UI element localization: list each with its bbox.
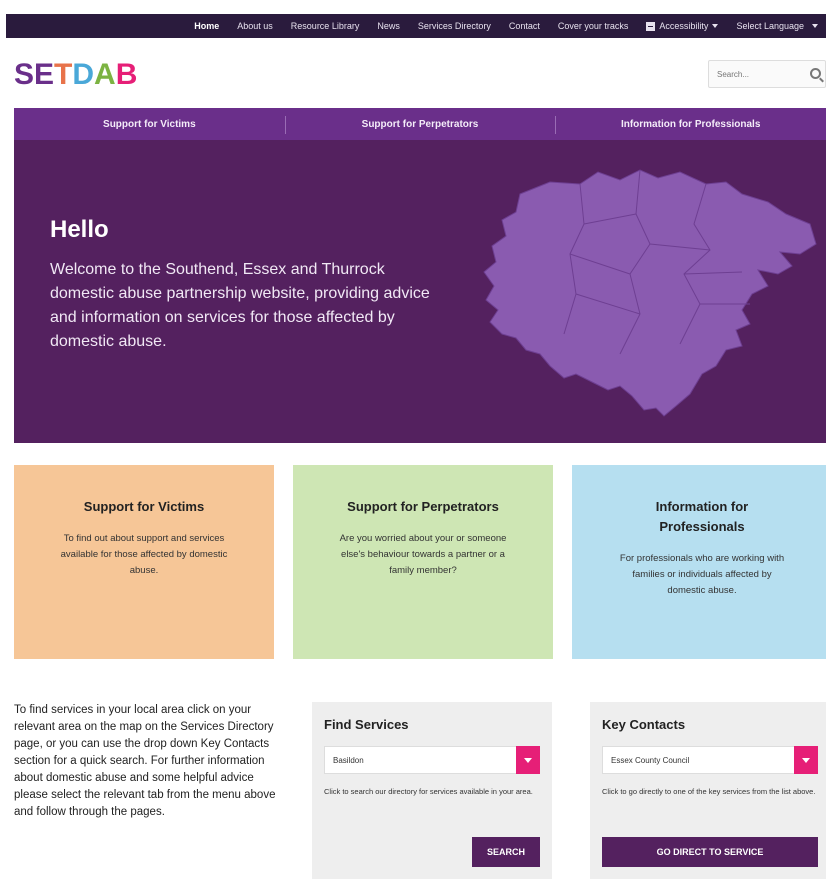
card-title: Support for Victims <box>83 499 205 514</box>
hero-text: Welcome to the Southend, Essex and Thurr… <box>50 261 430 350</box>
card-title: Support for Perpetrators <box>347 499 499 514</box>
mainnav-support-victims[interactable]: Support for Victims <box>14 119 285 130</box>
logo-letter: B <box>115 58 138 91</box>
card-support-victims[interactable]: Support for Victims To find out about su… <box>14 465 274 659</box>
contact-select-value: Essex County Council <box>611 756 690 765</box>
card-support-perpetrators[interactable]: Support for Perpetrators Are you worried… <box>293 465 553 659</box>
go-direct-button[interactable]: GO DIRECT TO SERVICE <box>602 837 818 867</box>
card-title: Information for Professionals <box>655 499 749 534</box>
hero-banner: Hello Welcome to the Southend, Essex and… <box>14 140 826 443</box>
topnav-home-link[interactable]: Home <box>194 21 219 31</box>
search-box <box>708 60 826 88</box>
topnav-about-link[interactable]: About us <box>237 21 273 31</box>
setdab-logo[interactable]: SETDAB <box>14 58 137 92</box>
key-contacts-hint: Click to go directly to one of the key s… <box>602 787 816 796</box>
search-icon[interactable] <box>810 68 821 79</box>
card-text: Are you worried about your or someone el… <box>339 533 507 576</box>
find-services-panel: Find Services Basildon Click to search o… <box>312 702 552 879</box>
language-label: Select Language <box>736 21 804 31</box>
card-text: For professionals who are working with f… <box>619 553 785 596</box>
search-button[interactable]: SEARCH <box>472 837 540 867</box>
accessibility-menu[interactable]: Accessibility <box>646 21 719 31</box>
area-select-value: Basildon <box>333 756 364 765</box>
card-info-professionals[interactable]: Information for Professionals For profes… <box>572 465 826 659</box>
intro-text: To find services in your local area clic… <box>14 704 276 818</box>
find-services-title: Find Services <box>324 717 409 732</box>
topnav-resource-library-link[interactable]: Resource Library <box>291 21 360 31</box>
topnav-contact-link[interactable]: Contact <box>509 21 540 31</box>
top-utility-nav: Home About us Resource Library News Serv… <box>6 14 826 38</box>
essex-map-image <box>483 169 817 417</box>
accessibility-icon <box>646 21 656 31</box>
mainnav-info-professionals[interactable]: Information for Professionals <box>555 115 826 134</box>
chevron-down-icon[interactable] <box>516 746 540 774</box>
language-select[interactable]: Select Language <box>736 21 818 31</box>
find-services-hint: Click to search our directory for servic… <box>324 787 533 796</box>
logo-letter: T <box>54 58 73 91</box>
contact-select[interactable]: Essex County Council <box>602 746 818 774</box>
logo-letter: A <box>94 58 116 91</box>
map-region-shape <box>483 169 817 417</box>
main-nav: Support for Victims Support for Perpetra… <box>14 108 826 140</box>
chevron-down-icon[interactable] <box>794 746 818 774</box>
card-text: To find out about support and services a… <box>60 533 228 576</box>
chevron-down-icon <box>812 24 818 28</box>
area-select[interactable]: Basildon <box>324 746 540 774</box>
topnav-services-directory-link[interactable]: Services Directory <box>418 21 491 31</box>
key-contacts-panel: Key Contacts Essex County Council Click … <box>590 702 826 879</box>
search-input[interactable] <box>717 69 807 79</box>
site-header: SETDAB <box>0 38 826 108</box>
logo-letter: S <box>14 58 35 91</box>
topnav-news-link[interactable]: News <box>377 21 400 31</box>
accessibility-label: Accessibility <box>659 21 709 31</box>
chevron-down-icon <box>712 24 719 28</box>
topnav-cover-tracks-link[interactable]: Cover your tracks <box>558 21 629 31</box>
hero-title: Hello <box>50 216 109 243</box>
logo-letter: D <box>72 58 95 91</box>
mainnav-support-perpetrators[interactable]: Support for Perpetrators <box>284 115 556 134</box>
logo-letter: E <box>34 58 55 91</box>
key-contacts-title: Key Contacts <box>602 717 686 732</box>
